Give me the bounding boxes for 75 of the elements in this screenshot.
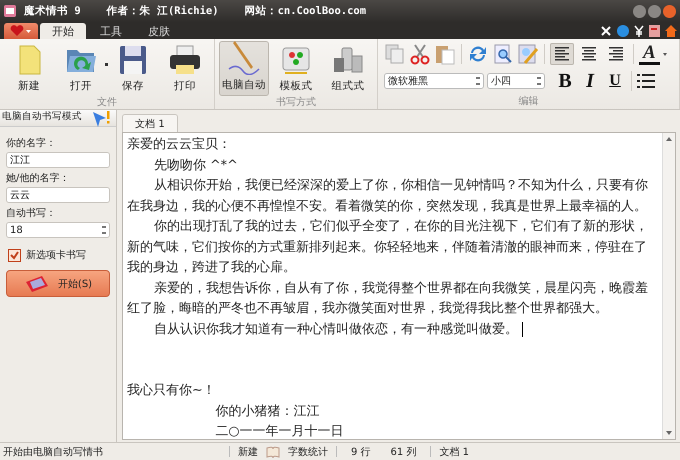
ribbon-button[interactable]: 模板式 [271, 41, 321, 96]
start-button[interactable]: 开始(S) [6, 270, 110, 297]
status-item: 文档 1 [439, 446, 469, 458]
underline-button[interactable]: U [604, 72, 626, 90]
document-tab[interactable]: 文档 1 [122, 114, 178, 132]
font-select[interactable]: 微软雅黑 [384, 73, 484, 89]
italic-button[interactable]: I [579, 70, 601, 92]
group-label: 编辑 [518, 96, 540, 108]
signature-line: 你的小猪猪：江江 [214, 402, 320, 420]
replace-icon[interactable] [517, 43, 539, 65]
status-message: 开始由电脑自动写情书 [3, 446, 104, 458]
ribbon-tab[interactable]: 开始 [40, 23, 86, 39]
row-count: 9 行 [351, 446, 371, 458]
number-spinner[interactable]: 18 [6, 222, 110, 238]
column-count: 61 列 [390, 446, 416, 458]
ribbon-button[interactable]: 保存 [108, 41, 158, 96]
ribbon-button[interactable]: 打开 [56, 41, 106, 96]
book-icon [266, 446, 280, 458]
font-color-button[interactable]: A [639, 44, 660, 64]
app-icon [4, 5, 16, 17]
signature-line: 二○一一年一月十一日 [214, 423, 344, 441]
heart-icon [10, 25, 32, 37]
align-icon [607, 46, 625, 62]
paste-icon[interactable] [434, 43, 456, 65]
name-field[interactable]: 云云 [6, 187, 110, 203]
printer-icon [168, 44, 202, 76]
app-menu-button[interactable] [4, 23, 38, 39]
group-label: 文件 [96, 97, 118, 109]
letter-paragraph: 自从认识你我才知道有一种心情叫做依恋，有一种感觉叫做爱。 [127, 320, 658, 340]
yen-icon[interactable] [634, 24, 644, 36]
writing-pad-icon [24, 274, 50, 294]
letter-line: 我心只有你~！ [127, 382, 217, 400]
name-field[interactable]: 江江 [6, 152, 110, 168]
minimize-button[interactable] [633, 4, 646, 18]
close-button[interactable] [663, 4, 676, 18]
field-label: 你的名字： [6, 136, 57, 150]
list-icon[interactable] [637, 73, 655, 89]
letter-paragraph: 亲爱的，我想告诉你，自从有了你，我觉得整个世界都在向我微笑，晨星闪亮，晚霞羞红了脸，晦暗的严冬也不再皱眉，我亦微笑面对世界，我觉得我比整个世界都强大。 [127, 280, 649, 318]
author-label: 作者：朱 江(Richie) [106, 4, 219, 18]
help-icon[interactable] [617, 24, 629, 36]
align-icon [553, 46, 571, 62]
ribbon-button[interactable]: 新建 [4, 41, 54, 96]
bold-button[interactable]: B [554, 70, 576, 92]
ribbon-button[interactable]: 打印 [160, 41, 210, 96]
align-button[interactable] [550, 43, 574, 65]
quill-pen-icon [227, 39, 261, 75]
ribbon-button[interactable]: 组式式 [323, 41, 373, 96]
dropdown-caret[interactable] [662, 52, 667, 56]
align-icon [580, 46, 598, 62]
letter-paragraph: 你的出现打乱了我的过去，它们似乎全变了，在你的目光注视下，它们有了新的形状，新的气味，它们按你的方式重新排列起来。你轻轻地来，伴随着清澈的眼神而来，停驻在了我的身边，跨进了我的心扉。 [127, 218, 649, 277]
pointer-alert-icon [92, 111, 112, 129]
maximize-button[interactable] [648, 4, 661, 18]
field-label: 她/他的名字： [6, 172, 70, 185]
scrollbar[interactable] [662, 133, 675, 439]
group-label: 书写方式 [275, 97, 317, 109]
website-label: 网站：cn.CoolBoo.com [244, 4, 366, 18]
panel-title: 电脑自动书写模式 [2, 110, 82, 123]
find-icon[interactable] [492, 43, 514, 65]
tools-icon[interactable] [600, 24, 612, 36]
status-item: 字数统计 [288, 446, 328, 458]
ribbon-button[interactable]: 电脑自动 [219, 41, 269, 96]
letter-paragraph: 先吻吻你 ^*^ [152, 156, 239, 174]
ribbon-tab[interactable]: 工具 [88, 23, 134, 39]
ribbon-tab[interactable]: 皮肤 [136, 23, 182, 39]
cut-icon[interactable] [409, 43, 431, 65]
letter-paragraph: 从相识你开始，我便已经深深的爱上了你，你相信一见钟情吗？不知为什么，只要有你在我身边，我的心便不再惶惶不安。看着微笑的你，突然发现，我真是世界上最幸福的人。 [127, 177, 649, 216]
checkbox[interactable] [8, 248, 21, 262]
size-select[interactable]: 小四 [487, 73, 545, 89]
home-icon[interactable] [665, 24, 677, 36]
status-item: 新建 [238, 446, 258, 458]
checkbox-label: 新选项卡书写 [26, 248, 86, 262]
document-icon[interactable] [649, 24, 660, 36]
window-title: 魔术情书 9 [24, 4, 81, 18]
field-label: 自动书写： [6, 206, 57, 220]
letter-line: 亲爱的云云宝贝： [127, 136, 232, 154]
